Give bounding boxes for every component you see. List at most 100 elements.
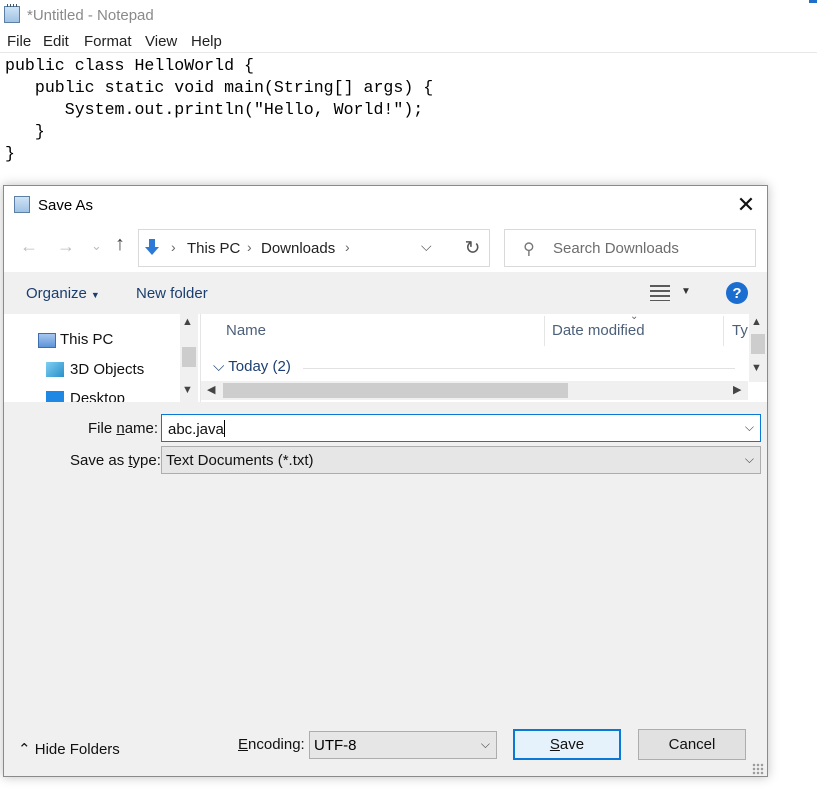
- breadcrumb-downloads[interactable]: Downloads: [261, 240, 335, 257]
- save-as-dialog: Save As ✕ ← → ⌄ ↑ › This PC › Downloads …: [3, 185, 768, 777]
- notepad-icon: [14, 196, 30, 213]
- tree-item-this-pc[interactable]: This PC: [60, 331, 113, 348]
- refresh-button[interactable]: ↻: [456, 229, 490, 267]
- address-bar[interactable]: › This PC › Downloads › ⌵: [138, 229, 490, 267]
- menu-edit[interactable]: Edit: [43, 33, 69, 50]
- refresh-icon: ↻: [464, 237, 481, 259]
- file-list-horizontal-scrollbar[interactable]: ◀ ▶: [201, 381, 748, 400]
- back-arrow-icon[interactable]: ←: [20, 236, 38, 257]
- forward-arrow-icon[interactable]: →: [57, 236, 75, 257]
- scroll-right-arrow-icon[interactable]: ▶: [733, 383, 741, 396]
- breadcrumb-separator-icon[interactable]: ›: [345, 239, 350, 255]
- code-line: }: [5, 122, 45, 141]
- caret-down-icon: ▼: [90, 290, 100, 300]
- scroll-down-arrow-icon[interactable]: ▼: [751, 362, 762, 374]
- close-button[interactable]: ✕: [724, 186, 768, 224]
- scroll-up-arrow-icon[interactable]: ▲: [751, 316, 762, 328]
- column-header-name[interactable]: Name: [226, 322, 266, 339]
- scroll-thumb[interactable]: [182, 347, 196, 367]
- chevron-down-icon: ⌵: [744, 452, 754, 466]
- code-line: System.out.println("Hello, World!");: [5, 100, 424, 119]
- view-options-icon[interactable]: [650, 285, 670, 301]
- command-bar: Organize ▼ New folder ▼ ?: [4, 272, 767, 314]
- dialog-titlebar: Save As ✕: [4, 186, 767, 224]
- label-part: Save as: [70, 452, 129, 469]
- navigation-pane: This PC 3D Objects Desktop ▲ ▼: [4, 314, 200, 402]
- scroll-up-arrow-icon[interactable]: ▲: [182, 316, 193, 328]
- label-part: File: [88, 420, 117, 437]
- encoding-label: Encoding:: [238, 736, 305, 753]
- file-name-label: File name:: [88, 420, 158, 437]
- file-name-value: abc.java: [168, 420, 225, 438]
- menu-format[interactable]: Format: [84, 33, 132, 50]
- label-part: ncoding:: [248, 736, 305, 753]
- label-part: ype:: [132, 452, 161, 469]
- file-name-input[interactable]: abc.java ⌵: [161, 414, 761, 442]
- search-icon: ⚲: [523, 241, 535, 258]
- breadcrumb-separator-icon[interactable]: ›: [247, 239, 252, 255]
- file-list-vertical-scrollbar[interactable]: ▲ ▼: [749, 314, 767, 382]
- help-button[interactable]: ?: [726, 282, 748, 304]
- window-edge-accent: [809, 0, 817, 3]
- new-folder-button[interactable]: New folder: [136, 285, 208, 302]
- encoding-value: UTF-8: [314, 737, 357, 754]
- search-box[interactable]: ⚲ Search Downloads: [504, 229, 756, 267]
- code-line: public class HelloWorld {: [5, 56, 254, 75]
- group-label: Today (2): [228, 358, 291, 375]
- tree-item-desktop[interactable]: Desktop: [70, 390, 125, 402]
- breadcrumb-separator-icon[interactable]: ›: [171, 239, 176, 255]
- save-as-type-select[interactable]: Text Documents (*.txt) ⌵: [161, 446, 761, 474]
- scroll-thumb[interactable]: [223, 383, 568, 398]
- organize-button[interactable]: Organize ▼: [26, 285, 100, 302]
- up-arrow-icon[interactable]: ↑: [115, 233, 125, 256]
- notepad-menubar: File Edit Format View Help: [0, 31, 817, 53]
- chevron-down-icon[interactable]: ⌵: [745, 420, 754, 435]
- menu-help[interactable]: Help: [191, 33, 222, 50]
- label-mnemonic: n: [116, 420, 125, 437]
- cancel-button[interactable]: Cancel: [638, 729, 746, 760]
- desktop-icon: [46, 391, 64, 402]
- save-as-type-value: Text Documents (*.txt): [166, 452, 314, 469]
- notepad-titlebar: *Untitled - Notepad: [0, 0, 817, 30]
- breadcrumb-this-pc[interactable]: This PC: [187, 240, 240, 257]
- menu-view[interactable]: View: [145, 33, 177, 50]
- column-header-date-modified[interactable]: Date modified: [552, 322, 645, 339]
- address-history-chevron-icon[interactable]: ⌵: [421, 238, 432, 255]
- computer-icon: [38, 333, 56, 348]
- caret-down-icon[interactable]: ▼: [681, 286, 691, 297]
- encoding-select[interactable]: UTF-8 ⌵: [309, 731, 497, 759]
- code-line: }: [5, 144, 15, 163]
- column-divider[interactable]: [723, 316, 724, 346]
- save-button[interactable]: Save: [513, 729, 621, 760]
- scroll-thumb[interactable]: [751, 334, 765, 354]
- notepad-editor[interactable]: public class HelloWorld { public static …: [5, 55, 805, 165]
- column-header-type[interactable]: Ty: [732, 322, 748, 339]
- notepad-icon: [4, 4, 20, 23]
- hide-folders-label: Hide Folders: [34, 741, 120, 758]
- chevron-down-icon: ⌵: [213, 358, 225, 375]
- recent-locations-chevron-icon[interactable]: ⌄: [91, 238, 102, 254]
- notepad-title: *Untitled - Notepad: [27, 7, 154, 24]
- hide-folders-button[interactable]: ⌃ Hide Folders: [18, 740, 120, 758]
- label-mnemonic: S: [549, 736, 560, 753]
- organize-label: Organize: [26, 285, 87, 302]
- resize-grip-icon[interactable]: [752, 763, 764, 775]
- navigation-scrollbar[interactable]: ▲ ▼: [180, 314, 198, 402]
- navigation-bar: ← → ⌄ ↑ › This PC › Downloads › ⌵ ↻ ⚲ Se…: [4, 224, 767, 272]
- tree-item-3d-objects[interactable]: 3D Objects: [70, 361, 144, 378]
- text-cursor: [223, 420, 225, 437]
- label-part: ame:: [124, 420, 159, 437]
- sort-chevron-icon: ⌄: [630, 314, 639, 322]
- 3d-objects-icon: [46, 362, 64, 377]
- code-line: public static void main(String[] args) {: [5, 78, 434, 97]
- menu-file[interactable]: File: [7, 33, 31, 50]
- chevron-down-icon: ⌵: [480, 737, 490, 751]
- dialog-title: Save As: [38, 197, 94, 214]
- close-icon: ✕: [736, 192, 756, 217]
- chevron-up-icon: ⌃: [18, 741, 31, 758]
- scroll-down-arrow-icon[interactable]: ▼: [182, 384, 193, 396]
- column-divider[interactable]: [544, 316, 545, 346]
- scroll-left-arrow-icon[interactable]: ◀: [207, 383, 215, 396]
- group-header-today[interactable]: ⌵ Today (2): [213, 358, 291, 375]
- file-list: Name ⌄ Date modified Ty ⌵ Today (2) ▲ ▼ …: [200, 314, 767, 402]
